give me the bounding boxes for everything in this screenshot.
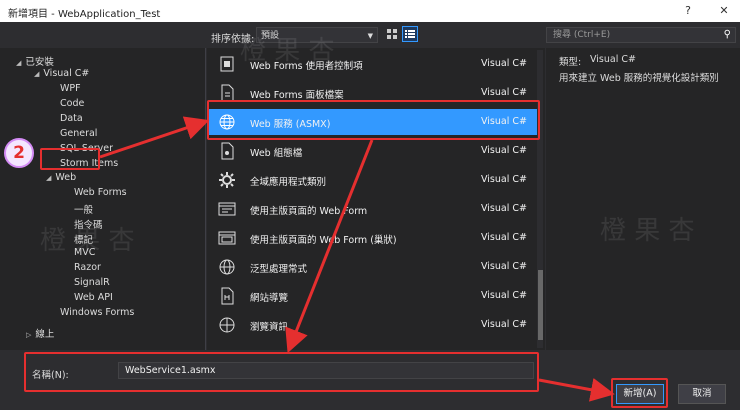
template-list: Web Forms 使用者控制項 Visual C# Web Forms 面板檔… xyxy=(207,48,545,350)
gear-icon xyxy=(219,172,235,188)
tree-item-mvc[interactable]: MVC xyxy=(74,247,95,258)
tree-item-windows-forms[interactable]: Windows Forms xyxy=(60,307,134,318)
type-label: 類型: xyxy=(559,57,582,68)
template-row[interactable]: Web 組態檔 Visual C# xyxy=(207,138,537,164)
tree-item-scripts[interactable]: 指令碼 xyxy=(74,217,103,231)
collapse-arrow-icon: ◢ xyxy=(34,70,40,78)
details-panel: 類型: Visual C# 用來建立 Web 服務的視覺化設計類別 xyxy=(546,48,740,350)
template-row[interactable]: 瀏覽資訊 Visual C# xyxy=(207,312,537,338)
highlight-web-tree-item xyxy=(40,148,100,170)
highlight-add-button xyxy=(611,378,668,408)
tree-item-general[interactable]: General xyxy=(60,128,97,139)
tree-item-code[interactable]: Code xyxy=(60,98,84,109)
webform-icon xyxy=(218,202,236,216)
sort-value: 預設 xyxy=(261,31,280,41)
webform-nested-icon xyxy=(218,231,236,245)
sort-dropdown[interactable]: 預設 ▼ xyxy=(256,27,378,43)
template-row[interactable]: Web Forms 使用者控制項 Visual C# xyxy=(207,51,537,77)
title-bar: 新增項目 - WebApplication_Test ? ✕ xyxy=(0,0,740,22)
sitemap-icon xyxy=(221,287,234,305)
highlight-name-row xyxy=(24,352,539,392)
handler-icon xyxy=(219,259,235,275)
collapse-arrow-icon: ◢ xyxy=(16,59,22,67)
template-row[interactable]: 泛型處理常式 Visual C# xyxy=(207,254,537,280)
category-tree: ◢ 已安裝 ◢ Visual C# WPF Code Data General SQ… xyxy=(0,48,206,350)
browser-file-icon xyxy=(219,317,235,333)
config-file-icon xyxy=(221,142,234,160)
tree-item-signalr[interactable]: SignalR xyxy=(74,277,110,288)
user-control-icon xyxy=(220,56,234,72)
tree-item-wpf[interactable]: WPF xyxy=(60,83,81,94)
tree-item-web-forms[interactable]: Web Forms xyxy=(74,187,127,198)
close-button[interactable]: ✕ xyxy=(716,3,732,19)
arrow-name-to-add xyxy=(538,377,615,402)
search-placeholder: 搜尋 (Ctrl+E) xyxy=(553,30,611,40)
template-row[interactable]: 網站導覽 Visual C# xyxy=(207,283,537,309)
window-title: 新增項目 - WebApplication_Test xyxy=(8,9,161,20)
tree-item-razor[interactable]: Razor xyxy=(74,262,101,273)
grid-view-button[interactable] xyxy=(384,26,400,42)
search-icon[interactable]: ⚲ xyxy=(724,28,731,42)
scrollbar-thumb[interactable] xyxy=(538,270,543,340)
tree-item-web-api[interactable]: Web API xyxy=(74,292,113,303)
template-row[interactable]: 全域應用程式類別 Visual C# xyxy=(207,167,537,193)
search-input[interactable]: 搜尋 (Ctrl+E) ⚲ xyxy=(546,27,736,43)
list-view-button[interactable] xyxy=(402,26,418,42)
tree-item-installed[interactable]: ◢ 已安裝 xyxy=(16,54,54,68)
expand-arrow-icon: ▷ xyxy=(26,331,32,339)
grid-view-icon xyxy=(387,29,397,39)
template-description: 用來建立 Web 服務的視覺化設計類別 xyxy=(559,73,719,84)
template-row[interactable]: 使用主版頁面的 Web Form (巢狀) Visual C# xyxy=(207,225,537,251)
collapse-arrow-icon: ◢ xyxy=(46,174,52,182)
tree-item-general-zh[interactable]: 一般 xyxy=(74,202,93,216)
list-view-icon xyxy=(405,30,415,38)
type-value: Visual C# xyxy=(590,54,636,65)
chevron-down-icon: ▼ xyxy=(367,32,373,40)
tree-item-data[interactable]: Data xyxy=(60,113,83,124)
tree-item-online[interactable]: ▷ 線上 xyxy=(26,326,54,340)
template-row[interactable]: 使用主版頁面的 Web Form Visual C# xyxy=(207,196,537,222)
toolbar: 排序依據: 預設 ▼ 搜尋 (Ctrl+E) ⚲ xyxy=(0,22,740,48)
sort-label: 排序依據: xyxy=(211,34,255,45)
step-badge: 2 xyxy=(4,138,34,168)
help-button[interactable]: ? xyxy=(680,3,696,19)
tree-item-visual-csharp[interactable]: ◢ Visual C# xyxy=(34,68,89,79)
cancel-button[interactable]: 取消 xyxy=(678,384,726,404)
highlight-selected-template xyxy=(207,100,540,140)
tree-item-web[interactable]: ◢ Web xyxy=(46,172,76,183)
tree-item-markup[interactable]: 標記 xyxy=(74,232,93,246)
